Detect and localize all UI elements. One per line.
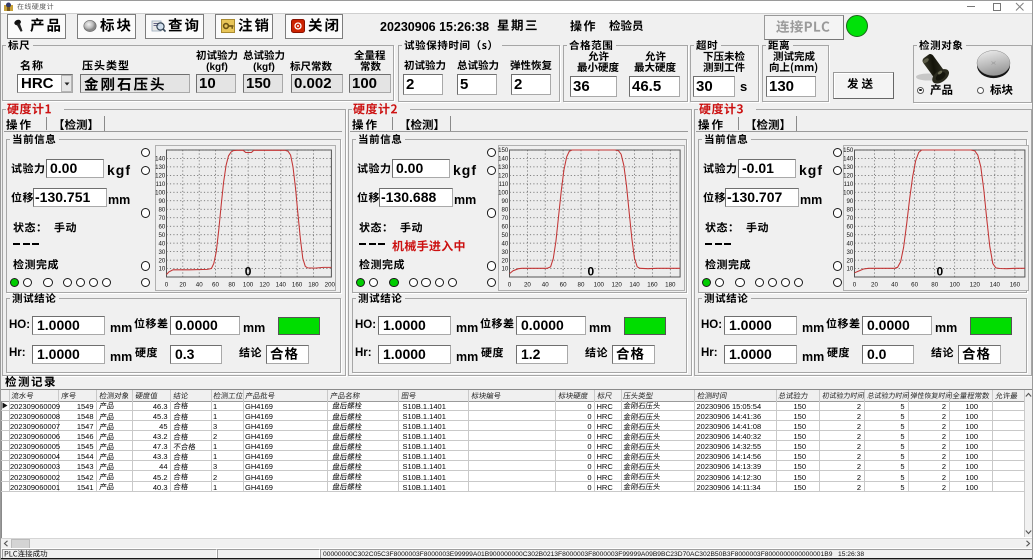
svg-text:0: 0 <box>165 282 169 289</box>
svg-text:70: 70 <box>502 215 509 222</box>
svg-text:80: 80 <box>847 207 854 214</box>
svg-text:200: 200 <box>325 282 336 289</box>
svg-text:60: 60 <box>502 223 509 230</box>
svg-text:0: 0 <box>508 282 512 289</box>
svg-text:140: 140 <box>276 282 287 289</box>
svg-text:180: 180 <box>665 282 676 289</box>
svg-text:0: 0 <box>245 265 252 279</box>
svg-text:30: 30 <box>158 249 165 256</box>
svg-text:100: 100 <box>950 282 961 289</box>
svg-text:90: 90 <box>158 198 165 205</box>
svg-text:0: 0 <box>588 265 595 279</box>
svg-text:60: 60 <box>911 282 918 289</box>
svg-text:130: 130 <box>155 164 166 171</box>
svg-text:80: 80 <box>931 282 938 289</box>
svg-text:50: 50 <box>847 232 854 239</box>
svg-text:120: 120 <box>843 173 854 180</box>
svg-text:90: 90 <box>502 198 509 205</box>
svg-text:60: 60 <box>212 282 219 289</box>
svg-text:110: 110 <box>844 181 854 188</box>
svg-text:10: 10 <box>158 266 165 273</box>
svg-text:40: 40 <box>542 282 549 289</box>
svg-text:140: 140 <box>155 156 166 163</box>
svg-text:40: 40 <box>502 240 509 247</box>
svg-text:160: 160 <box>647 282 658 289</box>
svg-text:100: 100 <box>843 190 854 197</box>
svg-text:70: 70 <box>158 215 165 222</box>
svg-text:120: 120 <box>498 173 509 180</box>
svg-text:120: 120 <box>970 282 981 289</box>
svg-text:100: 100 <box>243 282 254 289</box>
svg-text:160: 160 <box>292 282 303 289</box>
svg-text:20: 20 <box>158 257 165 264</box>
svg-text:40: 40 <box>196 282 203 289</box>
svg-text:110: 110 <box>155 181 165 188</box>
svg-text:10: 10 <box>502 266 509 273</box>
svg-text:130: 130 <box>843 164 854 171</box>
svg-text:100: 100 <box>155 190 166 197</box>
svg-text:150: 150 <box>498 147 509 154</box>
svg-text:160: 160 <box>1010 282 1021 289</box>
svg-text:40: 40 <box>847 240 854 247</box>
svg-text:140: 140 <box>630 282 641 289</box>
svg-text:140: 140 <box>843 156 854 163</box>
svg-text:140: 140 <box>498 156 509 163</box>
svg-text:80: 80 <box>228 282 235 289</box>
svg-text:10: 10 <box>847 266 854 273</box>
svg-text:120: 120 <box>155 173 166 180</box>
svg-text:50: 50 <box>502 232 509 239</box>
svg-text:60: 60 <box>847 223 854 230</box>
svg-text:30: 30 <box>847 249 854 256</box>
svg-text:100: 100 <box>594 282 605 289</box>
svg-text:80: 80 <box>502 207 509 214</box>
svg-text:80: 80 <box>578 282 585 289</box>
svg-text:120: 120 <box>612 282 623 289</box>
svg-text:0: 0 <box>853 282 857 289</box>
svg-text:70: 70 <box>847 215 854 222</box>
svg-text:90: 90 <box>847 198 854 205</box>
svg-text:110: 110 <box>499 181 509 188</box>
svg-text:60: 60 <box>158 223 165 230</box>
svg-text:140: 140 <box>990 282 1001 289</box>
svg-text:40: 40 <box>891 282 898 289</box>
svg-text:20: 20 <box>502 257 509 264</box>
svg-text:180: 180 <box>308 282 319 289</box>
svg-text:20: 20 <box>871 282 878 289</box>
svg-text:0: 0 <box>937 265 944 279</box>
svg-text:80: 80 <box>158 207 165 214</box>
svg-text:50: 50 <box>158 232 165 239</box>
svg-text:100: 100 <box>498 190 509 197</box>
svg-text:40: 40 <box>158 240 165 247</box>
svg-text:130: 130 <box>498 164 509 171</box>
svg-text:120: 120 <box>259 282 270 289</box>
svg-text:20: 20 <box>179 282 186 289</box>
svg-text:150: 150 <box>843 147 854 154</box>
svg-text:20: 20 <box>524 282 531 289</box>
svg-text:30: 30 <box>502 249 509 256</box>
svg-text:60: 60 <box>560 282 567 289</box>
svg-text:20: 20 <box>847 257 854 264</box>
